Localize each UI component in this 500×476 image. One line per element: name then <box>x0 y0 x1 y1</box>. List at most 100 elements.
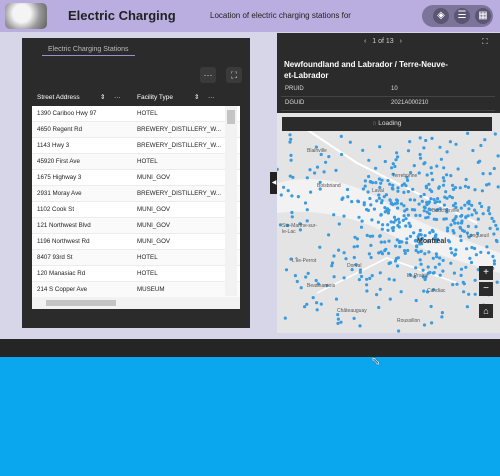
charging-station-marker[interactable] <box>438 145 442 149</box>
charging-station-marker[interactable] <box>453 201 457 206</box>
charging-station-marker[interactable] <box>344 257 348 261</box>
charging-station-marker[interactable] <box>429 197 433 201</box>
charging-station-marker[interactable] <box>355 237 359 241</box>
charging-station-marker[interactable] <box>311 296 315 300</box>
charging-station-marker[interactable] <box>436 197 440 201</box>
charging-station-marker[interactable] <box>470 203 474 207</box>
table-vertical-scrollbar[interactable] <box>225 106 237 296</box>
charging-station-marker[interactable] <box>369 203 373 207</box>
grid-icon[interactable]: ▦ <box>475 8 491 24</box>
charging-station-marker[interactable] <box>488 226 492 230</box>
charging-station-marker[interactable] <box>426 265 430 269</box>
charging-station-marker[interactable] <box>414 213 418 217</box>
charging-station-marker[interactable] <box>435 164 439 168</box>
charging-station-marker[interactable] <box>430 321 434 325</box>
charging-station-marker[interactable] <box>437 185 441 189</box>
charging-station-marker[interactable] <box>403 209 407 213</box>
charging-station-marker[interactable] <box>406 248 410 253</box>
charging-station-marker[interactable] <box>378 234 382 238</box>
table-row[interactable]: 214 S Copper Ave MUSEUM <box>32 282 240 297</box>
charging-station-marker[interactable] <box>289 137 293 141</box>
charging-station-marker[interactable] <box>368 276 372 280</box>
table-row[interactable]: 1196 Northwest Rd MUNI_GOV <box>32 234 240 250</box>
charging-station-marker[interactable] <box>350 200 354 204</box>
charging-station-marker[interactable] <box>355 244 359 248</box>
charging-station-marker[interactable] <box>427 250 431 254</box>
charging-station-marker[interactable] <box>412 164 416 168</box>
charging-station-marker[interactable] <box>481 212 485 216</box>
charging-station-marker[interactable] <box>367 174 371 179</box>
charging-station-marker[interactable] <box>332 275 336 279</box>
charging-station-marker[interactable] <box>396 155 400 159</box>
charging-station-marker[interactable] <box>393 164 397 169</box>
charging-station-marker[interactable] <box>383 249 387 253</box>
charging-station-marker[interactable] <box>415 245 419 249</box>
table-row[interactable]: 1390 Cariboo Hwy 97 HOTEL <box>32 106 240 122</box>
charging-station-marker[interactable] <box>473 188 477 192</box>
charging-station-marker[interactable] <box>434 252 438 256</box>
charging-station-marker[interactable] <box>366 190 370 194</box>
charging-station-marker[interactable] <box>352 255 356 260</box>
charging-station-marker[interactable] <box>433 201 437 205</box>
charging-station-marker[interactable] <box>383 240 387 244</box>
charging-station-marker[interactable] <box>390 226 394 230</box>
charging-station-marker[interactable] <box>390 186 394 190</box>
charging-station-marker[interactable] <box>288 133 292 137</box>
charging-station-marker[interactable] <box>429 304 433 309</box>
charging-station-marker[interactable] <box>423 252 427 256</box>
charging-station-marker[interactable] <box>465 305 469 309</box>
charging-station-marker[interactable] <box>464 265 468 269</box>
charging-station-marker[interactable] <box>299 286 303 290</box>
charging-station-marker[interactable] <box>357 278 361 282</box>
charging-station-marker[interactable] <box>408 140 412 144</box>
charging-station-marker[interactable] <box>406 213 410 217</box>
charging-station-marker[interactable] <box>413 198 417 202</box>
charging-station-marker[interactable] <box>315 308 319 312</box>
charging-station-marker[interactable] <box>479 250 483 254</box>
charging-station-marker[interactable] <box>379 201 384 205</box>
charging-station-marker[interactable] <box>356 199 360 203</box>
charging-station-marker[interactable] <box>473 278 477 282</box>
charging-station-marker[interactable] <box>459 267 464 271</box>
charging-station-marker[interactable] <box>418 152 422 157</box>
charging-station-marker[interactable] <box>346 195 350 199</box>
charging-station-marker[interactable] <box>342 251 346 255</box>
charging-station-marker[interactable] <box>337 222 341 226</box>
charging-station-marker[interactable] <box>404 184 408 188</box>
charging-station-marker[interactable] <box>365 233 369 237</box>
charging-station-marker[interactable] <box>282 185 286 189</box>
charging-station-marker[interactable] <box>407 221 411 225</box>
charging-station-marker[interactable] <box>463 203 467 207</box>
charging-station-marker[interactable] <box>427 212 432 216</box>
charging-station-marker[interactable] <box>318 245 322 249</box>
charging-station-marker[interactable] <box>397 239 402 243</box>
column-menu-icon[interactable]: ··· <box>114 89 121 106</box>
tab-electric-charging-stations[interactable]: Electric Charging Stations <box>42 44 135 56</box>
charging-station-marker[interactable] <box>388 182 392 186</box>
charging-station-marker[interactable] <box>305 302 309 306</box>
charging-station-marker[interactable] <box>374 166 378 170</box>
chevron-left-icon[interactable]: ‹ <box>364 38 366 45</box>
charging-station-marker[interactable] <box>379 240 383 244</box>
chevron-right-icon[interactable]: › <box>400 38 402 45</box>
charging-station-marker[interactable] <box>445 226 450 230</box>
charging-station-marker[interactable] <box>387 251 391 255</box>
charging-station-marker[interactable] <box>376 220 380 224</box>
charging-station-marker[interactable] <box>414 266 418 270</box>
charging-station-marker[interactable] <box>422 205 426 209</box>
charging-station-marker[interactable] <box>417 202 421 206</box>
charging-station-marker[interactable] <box>348 140 352 144</box>
charging-station-marker[interactable] <box>464 177 468 182</box>
charging-station-marker[interactable] <box>428 231 432 235</box>
charging-station-marker[interactable] <box>422 209 426 213</box>
charging-station-marker[interactable] <box>370 274 374 278</box>
charging-station-marker[interactable] <box>473 208 477 212</box>
charging-station-marker[interactable] <box>289 158 293 162</box>
sort-icon[interactable]: ⇕ <box>194 89 199 106</box>
charging-station-marker[interactable] <box>305 176 309 180</box>
charging-station-marker[interactable] <box>422 323 427 327</box>
charging-station-marker[interactable] <box>474 225 478 229</box>
charging-station-marker[interactable] <box>452 271 456 275</box>
charging-station-marker[interactable] <box>459 238 463 243</box>
charging-station-marker[interactable] <box>468 256 472 260</box>
